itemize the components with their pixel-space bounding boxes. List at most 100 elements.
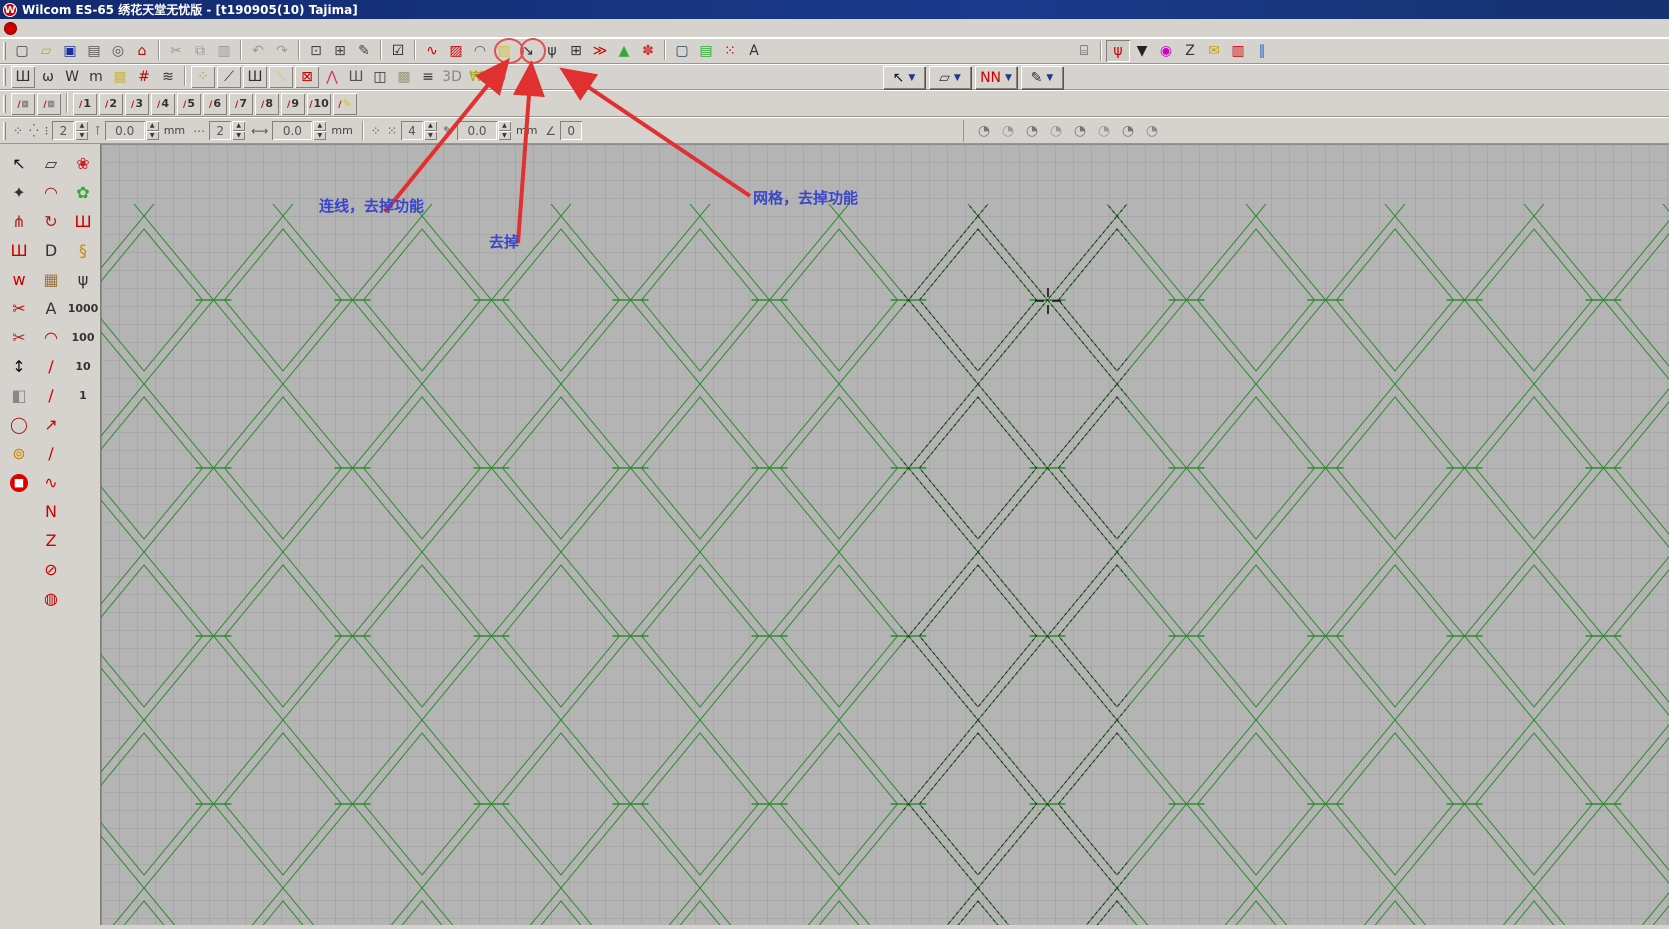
stitch-flag-2-icon[interactable]: ◔ <box>996 120 1020 142</box>
weave-fill-icon[interactable]: Ш <box>243 66 267 88</box>
circle-stitch-icon[interactable]: ↻ <box>35 207 67 236</box>
needle-4-button[interactable]: 4 <box>151 93 175 115</box>
satin-width-icon[interactable]: Ш <box>67 207 99 236</box>
satin-scissors-icon[interactable]: ✂ <box>3 294 35 323</box>
pen-dropdown[interactable]: ✎▼ <box>1021 66 1063 89</box>
short-line-icon[interactable]: ∕ <box>35 439 67 468</box>
needle-3-button[interactable]: 3 <box>125 93 149 115</box>
red-grid-fill-icon[interactable]: # <box>132 66 156 88</box>
offset-a-spinner[interactable]: ▲▼ <box>146 121 159 140</box>
thread-chart-icon[interactable]: ▤ <box>694 40 718 62</box>
menu-window[interactable] <box>185 26 203 30</box>
stitch-list-icon[interactable]: ▥ <box>1226 40 1250 62</box>
needle-9-button[interactable]: 9 <box>281 93 305 115</box>
letter-d-tool-icon[interactable]: D <box>35 236 67 265</box>
ellipse-tool-icon[interactable]: ○ <box>488 66 512 88</box>
reshape-object-icon[interactable]: ✎ <box>352 40 376 62</box>
satin-column-icon[interactable]: Ш <box>344 66 368 88</box>
menu-edit[interactable] <box>41 26 59 30</box>
needle-6-button[interactable]: 6 <box>203 93 227 115</box>
sparse-fill-icon[interactable]: ⁘ <box>191 66 215 88</box>
needle-8-button[interactable]: 8 <box>255 93 279 115</box>
rotate-ellipse-icon[interactable]: ◯ <box>3 410 35 439</box>
jagged-line-icon[interactable]: ∿ <box>35 468 67 497</box>
lettering-tool-icon[interactable]: A <box>35 294 67 323</box>
grid-count-spinner[interactable]: ▲▼ <box>75 121 88 140</box>
stitch-flag-4-icon[interactable]: ◔ <box>1044 120 1068 142</box>
undo-icon[interactable]: ↶ <box>246 40 270 62</box>
menu-help[interactable] <box>203 26 221 30</box>
stitch-type-dropdown[interactable]: NN▼ <box>975 66 1017 89</box>
stitch-flag-7-icon[interactable]: ◔ <box>1116 120 1140 142</box>
fill-stitch-icon[interactable]: ▨ <box>444 40 468 62</box>
needle-7-button[interactable]: 7 <box>229 93 253 115</box>
fixed-value-field[interactable]: 4 <box>401 121 423 140</box>
grid-toggle-icon[interactable]: ⊞ <box>564 40 588 62</box>
sewing-machine-icon[interactable]: ⌂ <box>130 40 154 62</box>
copy-count-spinner[interactable]: ▲▼ <box>232 121 245 140</box>
redo-icon[interactable]: ↷ <box>270 40 294 62</box>
offset-c-spinner[interactable]: ▲▼ <box>498 121 511 140</box>
menu-machine[interactable] <box>167 26 185 30</box>
needle-1-button[interactable]: 1 <box>73 93 97 115</box>
menu-insert[interactable] <box>77 26 95 30</box>
picture-view-icon[interactable]: ▲ <box>612 40 636 62</box>
zoom-1000-icon[interactable]: 1000 <box>67 294 99 323</box>
chevron-down-icon[interactable]: ▼ <box>908 73 915 83</box>
hoop-frame-icon[interactable]: ⌸ <box>1072 40 1096 62</box>
save-icon[interactable]: ▣ <box>58 40 82 62</box>
flower-wreath-icon[interactable]: ✿ <box>67 178 99 207</box>
chevron-down-icon[interactable]: ▼ <box>954 73 961 83</box>
line-nodes-icon[interactable]: ∕ <box>35 352 67 381</box>
run-stitch-icon[interactable]: ∿ <box>420 40 444 62</box>
needle-penetration-icon[interactable]: ψ <box>1106 40 1130 62</box>
spiral-shell-icon[interactable]: ◍ <box>35 584 67 613</box>
z-shape-tool-icon[interactable]: Z <box>35 526 67 555</box>
design-canvas[interactable] <box>101 144 1669 925</box>
pattern-fill-icon[interactable]: ▩ <box>392 66 416 88</box>
toolbar-grip[interactable] <box>3 95 6 113</box>
print-icon[interactable]: ▤ <box>82 40 106 62</box>
plaid-pattern-icon[interactable]: ▦ <box>35 265 67 294</box>
double-stitch-icon[interactable]: ≫ <box>588 40 612 62</box>
offset-b-spinner[interactable]: ▲▼ <box>313 121 326 140</box>
n-shape-tool-icon[interactable]: N <box>35 497 67 526</box>
zigzag-stitch-icon[interactable]: W <box>60 66 84 88</box>
menu-other[interactable] <box>113 26 131 30</box>
no-star-icon[interactable]: ⊘ <box>35 555 67 584</box>
cut-needle-icon[interactable]: ✂ <box>3 323 35 352</box>
cut-icon[interactable]: ✂ <box>164 40 188 62</box>
box-select-icon[interactable]: ⊡ <box>304 40 328 62</box>
crosshatch-fill-icon[interactable]: ⊠ <box>295 66 319 88</box>
dashed-line-tool-icon[interactable]: ∕ <box>35 381 67 410</box>
angle-field[interactable]: 0 <box>560 121 582 140</box>
menu-arrange[interactable] <box>131 26 149 30</box>
edit-pencil-icon[interactable]: ✎ <box>333 93 357 115</box>
fan-cards-icon[interactable]: ◧ <box>3 381 35 410</box>
paste-pattern-icon[interactable]: ⧇ <box>11 93 35 115</box>
letter-values-icon[interactable]: A <box>742 40 766 62</box>
zigzag-select-icon[interactable]: Ш <box>3 236 35 265</box>
offset-c-field[interactable]: 0.0 <box>457 121 497 140</box>
calc-z-icon[interactable]: Z <box>1178 40 1202 62</box>
flowers-motif-icon[interactable]: ❀ <box>67 149 99 178</box>
select-dropdown[interactable]: ↖▼ <box>883 66 925 89</box>
design-case-icon[interactable]: ✉ <box>1202 40 1226 62</box>
grid-count-field[interactable]: 2 <box>52 121 74 140</box>
toolbar-grip[interactable] <box>3 42 6 60</box>
print-preview-icon[interactable]: ◎ <box>106 40 130 62</box>
updown-needle-icon[interactable]: ↕ <box>3 352 35 381</box>
stitch-flag-1-icon[interactable]: ◔ <box>972 120 996 142</box>
zoom-10-icon[interactable]: 10 <box>67 352 99 381</box>
reshape-dropdown[interactable]: ▱▼ <box>929 66 971 89</box>
monitor-icon[interactable]: ▢ <box>670 40 694 62</box>
outline-icon[interactable]: ◠ <box>468 40 492 62</box>
paste-icon[interactable]: ▥ <box>212 40 236 62</box>
arch-fill-icon[interactable]: ⋀ <box>320 66 344 88</box>
needle-2-button[interactable]: 2 <box>99 93 123 115</box>
connector-travel-icon[interactable]: ↘ <box>516 40 540 62</box>
menu-image[interactable] <box>149 26 167 30</box>
small-w-tool-icon[interactable]: w <box>3 265 35 294</box>
fixed-value-spinner[interactable]: ▲▼ <box>424 121 437 140</box>
new-file-icon[interactable]: ▢ <box>10 40 34 62</box>
